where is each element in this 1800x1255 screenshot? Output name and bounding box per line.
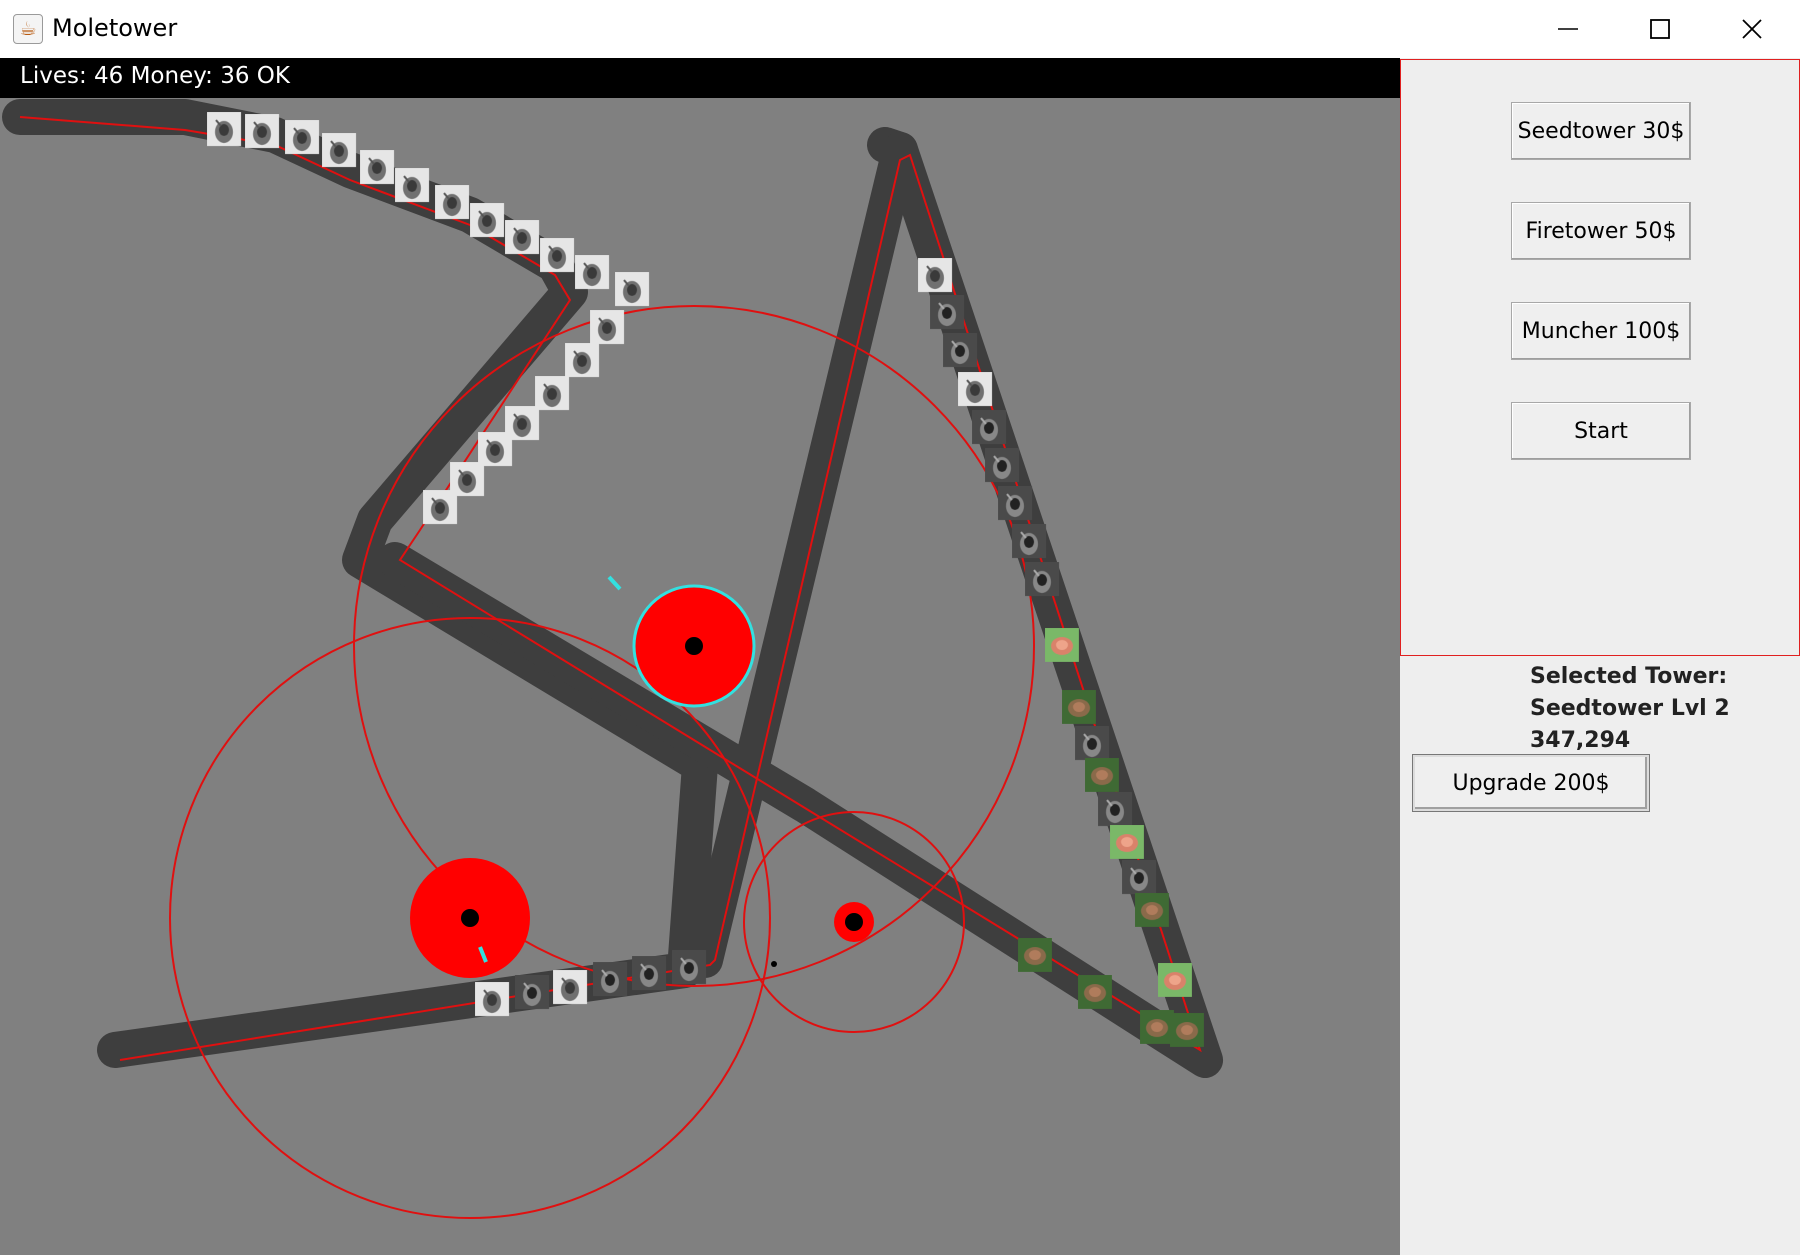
enemy-dark-mole <box>1122 860 1160 898</box>
enemy-grey-mole <box>540 238 578 276</box>
selected-tower-position: 347,294 <box>1530 728 1631 753</box>
enemy-grey-mole <box>615 272 653 310</box>
enemy-dark-mole <box>1098 792 1136 830</box>
enemy-grey-mole <box>553 970 591 1008</box>
tower-core <box>845 913 863 931</box>
minimize-button[interactable] <box>1522 0 1614 58</box>
enemy-green-frog <box>1085 758 1119 792</box>
enemy-dark-mole <box>943 333 981 371</box>
enemy-grey-mole <box>360 150 398 188</box>
enemy-grey-mole <box>505 220 543 258</box>
enemy-grey-mole <box>322 133 360 171</box>
seedtower-button[interactable]: Seedtower 30$ <box>1511 102 1691 160</box>
enemy-dark-mole <box>972 410 1010 448</box>
enemy-dark-mole <box>1012 524 1050 562</box>
enemy-grey-mole <box>958 372 996 410</box>
enemy-grey-mole <box>575 255 613 293</box>
enemy-grey-mole <box>207 112 245 150</box>
enemy-grey-mole <box>475 982 513 1020</box>
tower-core <box>685 637 703 655</box>
maximize-icon <box>1650 19 1670 39</box>
enemy-green-frog <box>1078 975 1112 1009</box>
enemy-dark-mole <box>672 950 710 988</box>
enemy-grey-mole <box>435 185 473 223</box>
enemy-dark-mole <box>515 975 553 1013</box>
status-text: Lives: 46 Money: 36 OK <box>20 63 290 89</box>
enemy-dark-mole <box>930 295 968 333</box>
enemy-dark-mole <box>593 962 631 1000</box>
seedtower[interactable] <box>410 858 530 978</box>
start-button[interactable]: Start <box>1511 402 1691 460</box>
enemy-grey-mole <box>565 343 603 381</box>
enemy-grey-mole <box>423 490 461 528</box>
close-button[interactable] <box>1706 0 1798 58</box>
muncher-button[interactable]: Muncher 100$ <box>1511 302 1691 360</box>
enemy-grey-mole <box>470 203 508 241</box>
game-canvas[interactable]: Lives: 46 Money: 36 OK <box>0 58 1400 1255</box>
close-icon <box>1742 19 1762 39</box>
seedtower-selected[interactable] <box>632 584 756 708</box>
enemy-pink-frog <box>1045 628 1079 662</box>
upgrade-button[interactable]: Upgrade 200$ <box>1412 754 1650 812</box>
selected-tower-name: Seedtower Lvl 2 <box>1530 696 1730 721</box>
side-panel: Seedtower 30$ Firetower 50$ Muncher 100$… <box>1400 58 1800 1255</box>
enemy-green-frog <box>1018 938 1052 972</box>
enemy-green-frog <box>1135 893 1169 927</box>
title-bar: ☕ Moletower <box>0 0 1800 58</box>
status-bar: Lives: 46 Money: 36 OK <box>0 58 1400 98</box>
enemy-green-frog <box>1140 1010 1174 1044</box>
tower-core <box>461 909 479 927</box>
enemy-dark-mole <box>998 486 1036 524</box>
game-field[interactable] <box>0 58 1400 1255</box>
shop-panel: Seedtower 30$ Firetower 50$ Muncher 100$… <box>1400 59 1800 656</box>
enemy-dark-mole <box>1025 562 1063 600</box>
java-cup-icon: ☕ <box>13 14 43 44</box>
maximize-button[interactable] <box>1614 0 1706 58</box>
firetower[interactable] <box>834 902 874 942</box>
minimize-icon <box>1558 28 1578 30</box>
enemy-green-frog <box>1170 1013 1204 1047</box>
enemy-grey-mole <box>395 168 433 206</box>
seed-projectile <box>771 961 777 967</box>
enemy-grey-mole <box>285 120 323 158</box>
window-title: Moletower <box>52 14 178 42</box>
seed-projectile <box>607 575 622 591</box>
enemy-grey-mole <box>590 310 628 348</box>
firetower-button[interactable]: Firetower 50$ <box>1511 202 1691 260</box>
enemy-pink-frog <box>1158 963 1192 997</box>
enemy-dark-mole <box>632 956 670 994</box>
enemy-green-frog <box>1062 690 1096 724</box>
enemy-grey-mole <box>918 258 956 296</box>
enemy-grey-mole <box>245 114 283 152</box>
tower-ranges <box>169 305 1035 1219</box>
enemy-pink-frog <box>1110 825 1144 859</box>
selected-tower-heading: Selected Tower: <box>1530 664 1728 689</box>
enemy-dark-mole <box>985 448 1023 486</box>
